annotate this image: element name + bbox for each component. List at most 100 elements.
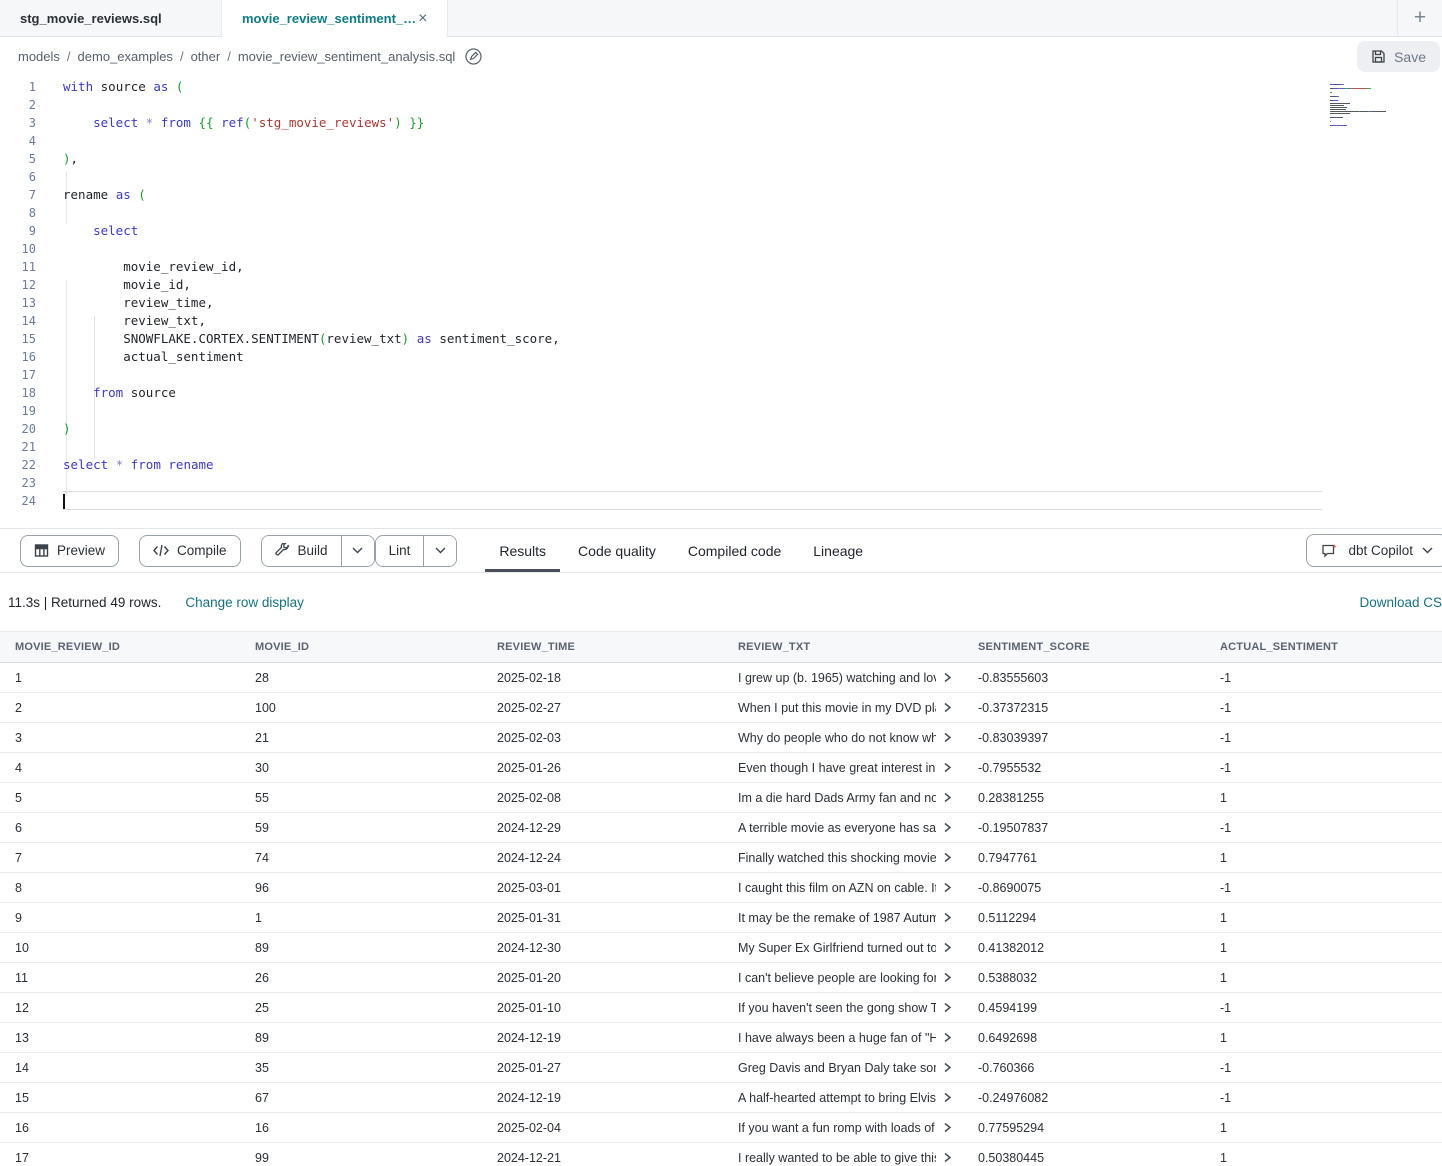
expand-cell-icon[interactable] — [943, 882, 952, 893]
code-line[interactable]: 7rename as ( — [0, 186, 1442, 204]
code-line[interactable]: 16 actual_sentiment — [0, 348, 1442, 366]
build-dropdown-button[interactable] — [341, 536, 374, 566]
lint-button[interactable]: Lint — [376, 536, 424, 566]
expand-cell-icon[interactable] — [943, 762, 952, 773]
code-line[interactable]: 19 — [0, 402, 1442, 420]
cell-review_txt: When I put this movie in my DVD playe… — [723, 693, 963, 722]
code-line[interactable]: 12 movie_id, — [0, 276, 1442, 294]
cell-review_txt: My Super Ex Girlfriend turned out to b… — [723, 933, 963, 962]
expand-cell-icon[interactable] — [943, 792, 952, 803]
dbt-copilot-button[interactable]: dbt Copilot — [1306, 534, 1442, 567]
cell-movie_id: 89 — [240, 933, 482, 962]
expand-cell-icon[interactable] — [943, 942, 952, 953]
code-line[interactable]: 21 — [0, 438, 1442, 456]
expand-cell-icon[interactable] — [943, 672, 952, 683]
code-line[interactable]: 23 — [0, 474, 1442, 492]
cell-actual_sentiment: -1 — [1205, 873, 1442, 902]
expand-cell-icon[interactable] — [943, 822, 952, 833]
new-tab-button[interactable]: + — [1398, 0, 1442, 36]
code-line[interactable]: 18 from source — [0, 384, 1442, 402]
cell-review_time: 2024-12-29 — [482, 813, 723, 842]
result-tab-compiled-code[interactable]: Compiled code — [688, 529, 781, 572]
code-line[interactable]: 4 — [0, 132, 1442, 150]
compile-button[interactable]: Compile — [139, 535, 241, 567]
code-line[interactable]: 20) — [0, 420, 1442, 438]
lint-dropdown-button[interactable] — [423, 536, 456, 566]
cell-movie_id: 35 — [240, 1053, 482, 1082]
review-text: I caught this film on AZN on cable. It s… — [738, 881, 936, 895]
result-tab-lineage[interactable]: Lineage — [813, 529, 863, 572]
line-number: 18 — [0, 384, 36, 402]
breadcrumb-segment[interactable]: demo_examples — [78, 49, 173, 64]
close-icon[interactable]: × — [416, 11, 429, 27]
code-line[interactable]: 14 review_txt, — [0, 312, 1442, 330]
minimap-line — [1330, 117, 1402, 118]
code-line[interactable]: 11 movie_review_id, — [0, 258, 1442, 276]
breadcrumb-segment[interactable]: other — [191, 49, 221, 64]
save-button[interactable]: Save — [1357, 41, 1440, 72]
expand-cell-icon[interactable] — [943, 852, 952, 863]
code-line[interactable]: 17 — [0, 366, 1442, 384]
line-number: 13 — [0, 294, 36, 312]
expand-cell-icon[interactable] — [943, 1122, 952, 1133]
change-row-display-link[interactable]: Change row display — [185, 595, 304, 610]
cell-review_time: 2025-01-20 — [482, 963, 723, 992]
code-line[interactable]: 9 select — [0, 222, 1442, 240]
code-line[interactable]: 3 select * from {{ ref('stg_movie_review… — [0, 114, 1442, 132]
expand-cell-icon[interactable] — [943, 1092, 952, 1103]
download-csv-link[interactable]: Download CSV — [1359, 595, 1442, 610]
cell-movie_id: 96 — [240, 873, 482, 902]
table-row: 12252025-01-10If you haven't seen the go… — [0, 993, 1442, 1023]
editor-toolbar: Preview Compile Build — [0, 528, 1442, 573]
build-button[interactable]: Build — [262, 536, 341, 566]
breadcrumb-separator: / — [180, 49, 184, 64]
expand-cell-icon[interactable] — [943, 1032, 952, 1043]
code-line[interactable]: 6 — [0, 168, 1442, 186]
result-tab-code-quality[interactable]: Code quality — [578, 529, 656, 572]
minimap-line — [1330, 113, 1402, 114]
cell-review_time: 2024-12-24 — [482, 843, 723, 872]
preview-button[interactable]: Preview — [20, 535, 119, 567]
tab-movie-review-sentiment-analysis[interactable]: movie_review_sentiment_… × — [222, 0, 448, 37]
cell-sentiment_score: 0.28381255 — [963, 783, 1205, 812]
cell-sentiment_score: -0.83555603 — [963, 663, 1205, 692]
code-line[interactable]: 5), — [0, 150, 1442, 168]
column-header: ACTUAL_SENTIMENT — [1205, 632, 1442, 662]
review-text: I have always been a huge fan of "Hom… — [738, 1031, 936, 1045]
cell-actual_sentiment: 1 — [1205, 1143, 1442, 1166]
line-number: 16 — [0, 348, 36, 366]
column-header: REVIEW_TXT — [723, 632, 963, 662]
expand-cell-icon[interactable] — [943, 1002, 952, 1013]
minimap-line — [1330, 88, 1402, 89]
expand-cell-icon[interactable] — [943, 912, 952, 923]
result-tab-results[interactable]: Results — [499, 529, 546, 572]
cell-movie_review_id: 10 — [0, 933, 240, 962]
line-number: 1 — [0, 78, 36, 96]
minimap[interactable] — [1330, 84, 1402, 131]
breadcrumb-segment[interactable]: movie_review_sentiment_analysis.sql — [238, 49, 456, 64]
tab-stg-movie-reviews[interactable]: stg_movie_reviews.sql — [0, 0, 222, 36]
build-split-button: Build — [261, 535, 375, 567]
expand-cell-icon[interactable] — [943, 732, 952, 743]
expand-cell-icon[interactable] — [943, 972, 952, 983]
code-line[interactable]: 2 — [0, 96, 1442, 114]
code-line[interactable]: 10 — [0, 240, 1442, 258]
code-line[interactable]: 13 review_time, — [0, 294, 1442, 312]
line-number: 23 — [0, 474, 36, 492]
code-editor[interactable]: 1with source as (23 select * from {{ ref… — [0, 76, 1442, 528]
cell-sentiment_score: 0.5112294 — [963, 903, 1205, 932]
code-text: movie_id, — [36, 276, 191, 294]
expand-cell-icon[interactable] — [943, 1152, 952, 1163]
code-line[interactable]: 1with source as ( — [0, 78, 1442, 96]
edit-icon[interactable] — [465, 48, 482, 65]
expand-cell-icon[interactable] — [943, 1062, 952, 1073]
minimap-line — [1330, 125, 1402, 126]
breadcrumb-segment[interactable]: models — [18, 49, 60, 64]
cell-review_txt: Greg Davis and Bryan Daly take some … — [723, 1053, 963, 1082]
code-line[interactable]: 22select * from rename — [0, 456, 1442, 474]
code-line[interactable]: 8 — [0, 204, 1442, 222]
cell-movie_id: 100 — [240, 693, 482, 722]
code-line[interactable]: 15 SNOWFLAKE.CORTEX.SENTIMENT(review_txt… — [0, 330, 1442, 348]
expand-cell-icon[interactable] — [943, 702, 952, 713]
code-text: movie_review_id, — [36, 258, 244, 276]
